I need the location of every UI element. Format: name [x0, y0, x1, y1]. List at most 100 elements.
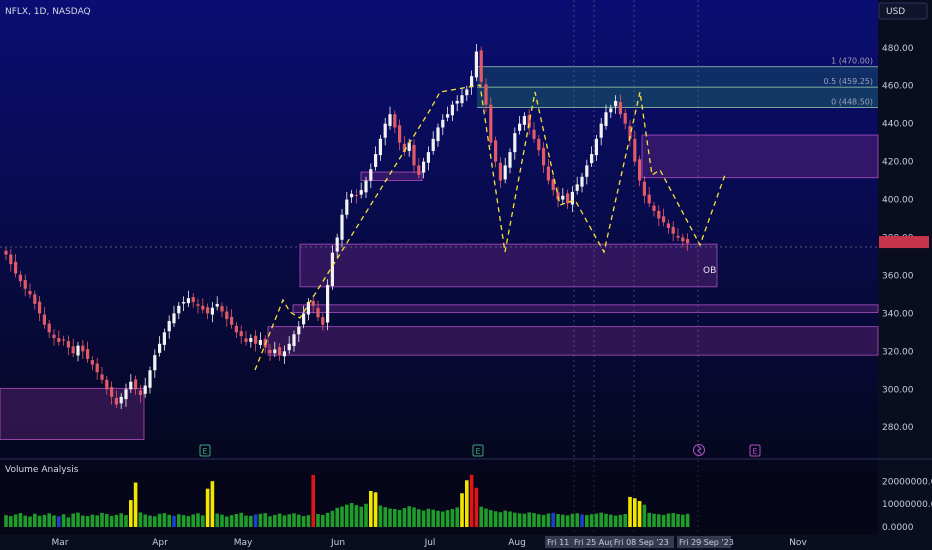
volume-bar	[297, 514, 301, 527]
candle-body	[426, 152, 430, 163]
candle-body	[14, 261, 18, 274]
month-label-mar: Mar	[52, 538, 69, 548]
volume-bar	[604, 513, 608, 527]
candle-body	[652, 205, 656, 211]
volume-bar	[426, 508, 431, 527]
candle-body	[614, 100, 618, 107]
volume-tick-label: 20000000.00	[882, 477, 932, 487]
volume-bar	[273, 514, 277, 527]
candle-body	[465, 89, 469, 96]
earnings-mark-label: E	[202, 447, 207, 456]
volume-bar	[556, 514, 560, 527]
price-tick-label: 320.00	[882, 347, 914, 357]
symbol-label: NFLX, 1D, NASDAQ	[5, 7, 91, 17]
volume-bar	[109, 515, 114, 527]
volume-bar	[383, 507, 387, 527]
volume-bar	[42, 514, 47, 527]
volume-bar	[129, 500, 133, 527]
candle-body	[354, 195, 358, 196]
candle-body	[484, 84, 488, 105]
candle-body	[33, 294, 37, 304]
volume-bar	[441, 511, 445, 527]
currency-button[interactable]: USD	[878, 2, 928, 20]
fib-label-1: 0.5 (459.25)	[824, 77, 874, 86]
candle-body	[287, 343, 291, 351]
volume-bar	[657, 514, 661, 527]
volume-bar	[215, 513, 219, 527]
earnings-mark-label: E	[752, 447, 757, 456]
candle-body	[494, 140, 498, 162]
volume-bar	[671, 513, 675, 527]
volume-bar	[623, 514, 627, 527]
candle-body	[436, 127, 440, 142]
candle-body	[220, 306, 224, 312]
candle-body	[249, 338, 253, 342]
volume-bar	[249, 515, 253, 527]
volume-panel-title: Volume Analysis	[5, 465, 79, 475]
candle-body	[71, 346, 75, 354]
volume-bar	[436, 510, 440, 527]
candle-body	[532, 129, 536, 139]
volume-bar	[220, 514, 224, 527]
zone-feb-demand	[0, 387, 145, 440]
candle-body	[311, 300, 315, 306]
candle-body	[186, 298, 190, 304]
volume-bar	[397, 509, 402, 527]
volume-bar	[28, 516, 32, 527]
volume-bar	[335, 507, 339, 527]
fib-label-2: 0 (448.50)	[831, 98, 873, 107]
volume-bar	[153, 516, 157, 527]
candle-body	[498, 162, 502, 181]
candle-body	[225, 311, 229, 320]
price-tick-label: 480.00	[882, 44, 914, 54]
candle-body	[23, 280, 27, 289]
volume-bar	[330, 510, 335, 527]
candle-body	[282, 351, 286, 357]
candle-body	[431, 138, 435, 151]
volume-bar	[594, 513, 599, 527]
volume-bar	[47, 513, 51, 527]
volume-bar	[685, 513, 690, 527]
candle-body	[66, 341, 70, 348]
candle-body	[575, 184, 579, 191]
volume-bar	[455, 507, 459, 527]
volume-bar	[157, 513, 162, 527]
candle-body	[143, 385, 147, 394]
volume-bar	[23, 515, 27, 527]
date-tag-3: Fri 29 Sep '23	[679, 538, 734, 547]
candle-body	[364, 180, 368, 193]
candle-body	[244, 338, 248, 342]
candle-body	[330, 252, 334, 287]
candle-body	[666, 223, 670, 229]
candle-body	[28, 291, 32, 295]
candle-body	[230, 316, 234, 325]
chart-canvas[interactable]: 1 (470.00) 0.5 (459.25) 0 (448.50) E E E NFL…	[0, 0, 932, 550]
volume-bar	[532, 513, 536, 527]
volume-bar	[570, 513, 575, 527]
volume-bar	[537, 514, 541, 527]
candle-body	[52, 334, 56, 339]
candle-body	[321, 317, 325, 325]
candle-body	[479, 50, 483, 82]
candle-body	[138, 390, 142, 395]
volume-bar	[229, 515, 234, 527]
candle-body	[114, 398, 118, 405]
candle-body	[604, 112, 608, 126]
candle-body	[546, 166, 550, 181]
volume-bar	[599, 512, 603, 527]
candle-body	[148, 370, 152, 388]
zone-ob	[299, 243, 718, 288]
candle-body	[86, 349, 90, 359]
candle-body	[489, 104, 493, 143]
volume-bar	[138, 512, 143, 527]
candle-body	[686, 239, 690, 244]
volume-bar	[321, 514, 325, 527]
candle-body	[393, 114, 397, 128]
candle-body	[383, 123, 387, 138]
volume-bar	[234, 514, 239, 527]
volume-bar	[565, 515, 570, 527]
candle-body	[623, 113, 627, 124]
volume-bar	[18, 513, 23, 527]
price-tick-label: 440.00	[882, 120, 914, 130]
candle-body	[537, 138, 541, 151]
